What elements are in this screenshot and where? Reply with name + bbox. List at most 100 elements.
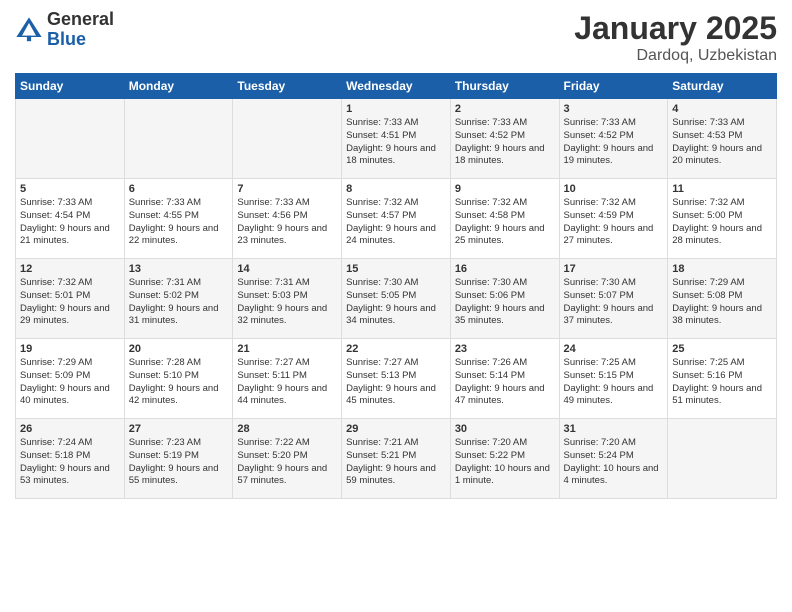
week-row-3: 19Sunrise: 7:29 AM Sunset: 5:09 PM Dayli… [16, 339, 777, 419]
calendar-cell: 31 Sunrise: 7:20 AM Sunset: 5:24 PM Dayli… [559, 419, 668, 499]
calendar-cell: 9 Sunrise: 7:32 AM Sunset: 4:58 PM Daylig… [450, 179, 559, 259]
header-friday: Friday [559, 74, 668, 99]
calendar-cell: 28Sunrise: 7:22 AM Sunset: 5:20 PM Dayli… [233, 419, 342, 499]
calendar-cell: 18 Sunrise: 7:29 AM Sunset: 5:08 PM Dayli… [668, 259, 777, 339]
cell-info: Sunrise: 7:33 AM Sunset: 4:55 PM Dayligh… [129, 197, 229, 248]
header-thursday: Thursday [450, 74, 559, 99]
calendar-cell: 6 Sunrise: 7:33 AM Sunset: 4:55 PM Daylig… [124, 179, 233, 259]
calendar-table: SundayMondayTuesdayWednesdayThursdayFrid… [15, 73, 777, 499]
cell-info: Sunrise: 7:31 AM Sunset: 5:02 PM Dayligh… [129, 277, 229, 328]
cell-info: Sunrise: 7:32 AM Sunset: 5:00 PM Dayligh… [672, 197, 772, 248]
cell-info: Sunrise: 7:31 AM Sunset: 5:03 PM Dayligh… [237, 277, 337, 328]
calendar-cell: 4Sunrise: 7:33 AM Sunset: 4:53 PM Daylig… [668, 99, 777, 179]
day-number: 14 [237, 263, 337, 275]
week-row-1: 5 Sunrise: 7:33 AM Sunset: 4:54 PM Daylig… [16, 179, 777, 259]
day-number: 4 [672, 103, 772, 115]
calendar-cell: 30Sunrise: 7:20 AM Sunset: 5:22 PM Dayli… [450, 419, 559, 499]
calendar-cell: 19Sunrise: 7:29 AM Sunset: 5:09 PM Dayli… [16, 339, 125, 419]
calendar-cell: 2Sunrise: 7:33 AM Sunset: 4:52 PM Daylig… [450, 99, 559, 179]
calendar-cell: 27 Sunrise: 7:23 AM Sunset: 5:19 PM Dayli… [124, 419, 233, 499]
cell-info: Sunrise: 7:29 AM Sunset: 5:08 PM Dayligh… [672, 277, 772, 328]
cell-info: Sunrise: 7:21 AM Sunset: 5:21 PM Dayligh… [346, 437, 446, 488]
calendar-cell: 13Sunrise: 7:31 AM Sunset: 5:02 PM Dayli… [124, 259, 233, 339]
calendar-cell: 16 Sunrise: 7:30 AM Sunset: 5:06 PM Dayli… [450, 259, 559, 339]
day-number: 7 [237, 183, 337, 195]
page: General Blue January 2025 Dardoq, Uzbeki… [0, 0, 792, 509]
day-number: 31 [564, 423, 664, 435]
week-row-0: 1 Sunrise: 7:33 AM Sunset: 4:51 PM Daylig… [16, 99, 777, 179]
day-number: 11 [672, 183, 772, 195]
calendar-header-row: SundayMondayTuesdayWednesdayThursdayFrid… [16, 74, 777, 99]
cell-info: Sunrise: 7:33 AM Sunset: 4:56 PM Dayligh… [237, 197, 337, 248]
cell-info: Sunrise: 7:32 AM Sunset: 4:58 PM Dayligh… [455, 197, 555, 248]
day-number: 20 [129, 343, 229, 355]
calendar-cell [233, 99, 342, 179]
day-number: 23 [455, 343, 555, 355]
day-number: 8 [346, 183, 446, 195]
cell-info: Sunrise: 7:25 AM Sunset: 5:15 PM Dayligh… [564, 357, 664, 408]
header-tuesday: Tuesday [233, 74, 342, 99]
calendar-cell: 3 Sunrise: 7:33 AM Sunset: 4:52 PM Daylig… [559, 99, 668, 179]
cell-info: Sunrise: 7:25 AM Sunset: 5:16 PM Dayligh… [672, 357, 772, 408]
calendar-cell: 7 Sunrise: 7:33 AM Sunset: 4:56 PM Daylig… [233, 179, 342, 259]
cell-info: Sunrise: 7:20 AM Sunset: 5:24 PM Dayligh… [564, 437, 664, 488]
day-number: 19 [20, 343, 120, 355]
day-number: 18 [672, 263, 772, 275]
header-wednesday: Wednesday [342, 74, 451, 99]
logo-blue-text: Blue [47, 30, 114, 50]
calendar-cell: 17Sunrise: 7:30 AM Sunset: 5:07 PM Dayli… [559, 259, 668, 339]
calendar-cell: 15Sunrise: 7:30 AM Sunset: 5:05 PM Dayli… [342, 259, 451, 339]
day-number: 2 [455, 103, 555, 115]
calendar-cell: 26Sunrise: 7:24 AM Sunset: 5:18 PM Dayli… [16, 419, 125, 499]
day-number: 15 [346, 263, 446, 275]
header-sunday: Sunday [16, 74, 125, 99]
day-number: 16 [455, 263, 555, 275]
cell-info: Sunrise: 7:32 AM Sunset: 4:59 PM Dayligh… [564, 197, 664, 248]
location-title: Dardoq, Uzbekistan [574, 47, 777, 65]
day-number: 1 [346, 103, 446, 115]
calendar-cell: 10 Sunrise: 7:32 AM Sunset: 4:59 PM Dayli… [559, 179, 668, 259]
calendar-cell: 8 Sunrise: 7:32 AM Sunset: 4:57 PM Daylig… [342, 179, 451, 259]
header: General Blue January 2025 Dardoq, Uzbeki… [15, 10, 777, 65]
cell-info: Sunrise: 7:23 AM Sunset: 5:19 PM Dayligh… [129, 437, 229, 488]
title-block: January 2025 Dardoq, Uzbekistan [574, 10, 777, 65]
calendar-cell: 21 Sunrise: 7:27 AM Sunset: 5:11 PM Dayli… [233, 339, 342, 419]
day-number: 5 [20, 183, 120, 195]
cell-info: Sunrise: 7:33 AM Sunset: 4:51 PM Dayligh… [346, 117, 446, 168]
calendar-cell: 12Sunrise: 7:32 AM Sunset: 5:01 PM Dayli… [16, 259, 125, 339]
day-number: 17 [564, 263, 664, 275]
cell-info: Sunrise: 7:33 AM Sunset: 4:54 PM Dayligh… [20, 197, 120, 248]
day-number: 21 [237, 343, 337, 355]
cell-info: Sunrise: 7:27 AM Sunset: 5:11 PM Dayligh… [237, 357, 337, 408]
calendar-cell: 29 Sunrise: 7:21 AM Sunset: 5:21 PM Dayli… [342, 419, 451, 499]
day-number: 22 [346, 343, 446, 355]
calendar-cell: 5 Sunrise: 7:33 AM Sunset: 4:54 PM Daylig… [16, 179, 125, 259]
day-number: 28 [237, 423, 337, 435]
calendar-cell: 24 Sunrise: 7:25 AM Sunset: 5:15 PM Dayli… [559, 339, 668, 419]
cell-info: Sunrise: 7:33 AM Sunset: 4:52 PM Dayligh… [564, 117, 664, 168]
calendar-cell [16, 99, 125, 179]
logo-general-text: General [47, 10, 114, 30]
calendar-cell: 22Sunrise: 7:27 AM Sunset: 5:13 PM Dayli… [342, 339, 451, 419]
day-number: 29 [346, 423, 446, 435]
calendar-cell: 11 Sunrise: 7:32 AM Sunset: 5:00 PM Dayli… [668, 179, 777, 259]
day-number: 9 [455, 183, 555, 195]
month-title: January 2025 [574, 10, 777, 47]
cell-info: Sunrise: 7:30 AM Sunset: 5:06 PM Dayligh… [455, 277, 555, 328]
calendar-cell: 25Sunrise: 7:25 AM Sunset: 5:16 PM Dayli… [668, 339, 777, 419]
calendar-cell: 1 Sunrise: 7:33 AM Sunset: 4:51 PM Daylig… [342, 99, 451, 179]
day-number: 27 [129, 423, 229, 435]
calendar-cell: 23Sunrise: 7:26 AM Sunset: 5:14 PM Dayli… [450, 339, 559, 419]
cell-info: Sunrise: 7:28 AM Sunset: 5:10 PM Dayligh… [129, 357, 229, 408]
cell-info: Sunrise: 7:32 AM Sunset: 4:57 PM Dayligh… [346, 197, 446, 248]
day-number: 10 [564, 183, 664, 195]
calendar-cell: 14 Sunrise: 7:31 AM Sunset: 5:03 PM Dayli… [233, 259, 342, 339]
day-number: 3 [564, 103, 664, 115]
day-number: 6 [129, 183, 229, 195]
calendar-cell [668, 419, 777, 499]
cell-info: Sunrise: 7:32 AM Sunset: 5:01 PM Dayligh… [20, 277, 120, 328]
logo-icon [15, 16, 43, 44]
day-number: 24 [564, 343, 664, 355]
calendar-cell [124, 99, 233, 179]
calendar-cell: 20 Sunrise: 7:28 AM Sunset: 5:10 PM Dayli… [124, 339, 233, 419]
